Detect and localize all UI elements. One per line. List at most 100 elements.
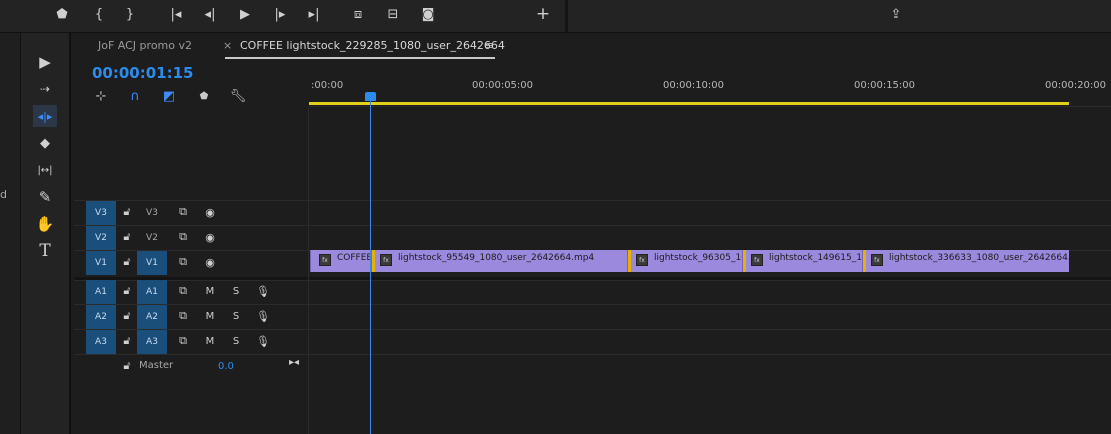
sync-lock-icon[interactable]: ⧉	[175, 308, 191, 324]
add-marker-icon[interactable]: ⬟	[195, 88, 213, 104]
source-patch-a1[interactable]: A1	[86, 280, 116, 304]
nest-icon[interactable]: ⊹	[92, 88, 110, 104]
fx-badge-icon: fx	[319, 254, 331, 266]
ruler-label: 00:00:15:00	[854, 80, 916, 91]
lock-icon[interactable]: 🔓︎	[119, 254, 135, 270]
sync-lock-icon[interactable]: ⧉	[175, 283, 191, 299]
ruler-label: 00:00:05:00	[472, 80, 534, 91]
track-select-tool-icon[interactable]: ⇢	[33, 78, 57, 100]
tools-panel: ▶ ⇢ ◂|▸ ◆ |↔| ✎ ✋ T	[21, 33, 71, 434]
time-ruler[interactable]: :00:00 00:00:05:00 00:00:10:00 00:00:15:…	[309, 72, 1111, 106]
solo-button[interactable]: S	[228, 308, 244, 324]
playhead-timecode[interactable]: 00:00:01:15	[92, 64, 194, 82]
mute-button[interactable]: M	[202, 283, 218, 299]
extract-icon[interactable]: ⊟	[381, 2, 405, 26]
mute-button[interactable]: M	[202, 308, 218, 324]
clip-label: lightstock_95549_1080_user_2642664.mp4	[398, 253, 595, 263]
clip[interactable]: fx lightstock_336633_1080_user_2642664.m…	[862, 250, 1069, 272]
type-tool-icon[interactable]: T	[33, 240, 57, 262]
razor-tool-icon[interactable]: ◆	[33, 132, 57, 154]
sync-lock-icon[interactable]: ⧉	[175, 333, 191, 349]
transition-marker	[743, 250, 746, 272]
mark-out-icon[interactable]: }	[118, 2, 142, 26]
export-frame-icon[interactable]: ⇪	[884, 2, 908, 26]
source-patch-v3[interactable]: V3	[86, 201, 116, 225]
lift-icon[interactable]: ⧈	[346, 2, 370, 26]
clip-label: lightstock_96305_1080	[654, 253, 743, 263]
timeline-settings-icon[interactable]: 🔧︎	[229, 88, 247, 104]
fx-badge-icon: fx	[751, 254, 763, 266]
lock-icon[interactable]: 🔓︎	[119, 308, 135, 324]
play-icon[interactable]: ▶	[233, 2, 257, 26]
work-area-bar[interactable]	[309, 102, 1069, 105]
track-target-a3[interactable]: A3	[137, 330, 167, 354]
source-patch-a2[interactable]: A2	[86, 305, 116, 329]
selection-tool-icon[interactable]: ▶	[33, 51, 57, 73]
linked-selection-icon[interactable]: ◩	[160, 88, 178, 104]
solo-button[interactable]: S	[228, 333, 244, 349]
track-row-v2	[74, 225, 1111, 250]
ruler-label: 00:00:20:00	[1045, 80, 1107, 91]
microphone-icon[interactable]: 🎙︎	[255, 283, 271, 299]
microphone-icon[interactable]: 🎙︎	[255, 333, 271, 349]
eye-icon[interactable]: ◉	[202, 204, 218, 220]
lock-icon[interactable]: 🔓︎	[119, 283, 135, 299]
pen-tool-icon[interactable]: ✎	[33, 186, 57, 208]
ruler-label: 00:00:10:00	[663, 80, 725, 91]
clip[interactable]: fx lightstock_96305_1080	[627, 250, 743, 272]
step-forward-icon[interactable]: |▸	[268, 2, 292, 26]
go-to-end-icon[interactable]: ▸◂	[286, 354, 302, 370]
track-target-v2[interactable]: V2	[137, 226, 167, 250]
track-target-a1[interactable]: A1	[137, 280, 167, 304]
lock-icon[interactable]: 🔓︎	[119, 204, 135, 220]
transition-marker	[863, 250, 866, 272]
master-volume-value[interactable]: 0.0	[218, 361, 234, 372]
mark-in-icon[interactable]: {	[87, 2, 111, 26]
lock-icon[interactable]: 🔓︎	[119, 229, 135, 245]
plus-icon[interactable]: +	[531, 2, 555, 26]
snap-magnet-icon[interactable]: ∩	[126, 88, 144, 104]
clip[interactable]: fx COFFEE	[310, 250, 371, 272]
ruler-label: :00:00	[311, 80, 344, 91]
ruler-border	[309, 106, 1111, 107]
master-track-label: Master	[139, 360, 174, 371]
clip-label: lightstock_336633_1080_user_2642664.mp4	[889, 253, 1069, 263]
track-target-a2[interactable]: A2	[137, 305, 167, 329]
mute-button[interactable]: M	[202, 333, 218, 349]
sync-lock-icon[interactable]: ⧉	[175, 204, 191, 220]
hand-tool-icon[interactable]: ✋	[33, 213, 57, 235]
go-to-in-icon[interactable]: |◂	[164, 2, 188, 26]
lock-icon[interactable]: 🔓︎	[119, 358, 135, 374]
marker-icon[interactable]: ⬟	[50, 2, 74, 26]
fx-badge-icon: fx	[871, 254, 883, 266]
source-patch-a3[interactable]: A3	[86, 330, 116, 354]
lock-icon[interactable]: 🔓︎	[119, 333, 135, 349]
source-patch-v2[interactable]: V2	[86, 226, 116, 250]
clip[interactable]: fx lightstock_95549_1080_user_2642664.mp…	[371, 250, 628, 272]
tab-menu-icon[interactable]: ≡	[484, 39, 493, 52]
source-patch-v1[interactable]: V1	[86, 251, 116, 275]
step-back-icon[interactable]: ◂|	[198, 2, 222, 26]
sync-lock-icon[interactable]: ⧉	[175, 254, 191, 270]
playhead-handle[interactable]	[365, 92, 376, 101]
go-to-out-icon[interactable]: ▸|	[302, 2, 326, 26]
transition-marker	[372, 250, 375, 272]
sync-lock-icon[interactable]: ⧉	[175, 229, 191, 245]
tab-coffee-sequence[interactable]: COFFEE lightstock_229285_1080_user_26426…	[240, 39, 505, 52]
clip[interactable]: fx lightstock_149615_1080	[742, 250, 863, 272]
eye-icon[interactable]: ◉	[202, 254, 218, 270]
ripple-edit-tool-icon[interactable]: ◂|▸	[33, 105, 57, 127]
eye-icon[interactable]: ◉	[202, 229, 218, 245]
slip-tool-icon[interactable]: |↔|	[33, 159, 57, 181]
camera-icon[interactable]: ◙	[416, 2, 440, 26]
playhead-line[interactable]	[370, 101, 371, 434]
track-target-v3[interactable]: V3	[137, 201, 167, 225]
left-panel-edge: d	[0, 33, 21, 434]
clip-label: COFFEE	[337, 253, 371, 263]
solo-button[interactable]: S	[228, 283, 244, 299]
panel-divider[interactable]	[565, 0, 568, 32]
microphone-icon[interactable]: 🎙︎	[255, 308, 271, 324]
tab-jof-acj-promo[interactable]: JoF ACJ promo v2	[98, 39, 192, 52]
track-target-v1[interactable]: V1	[137, 251, 167, 275]
tab-close-icon[interactable]: ×	[223, 39, 232, 52]
